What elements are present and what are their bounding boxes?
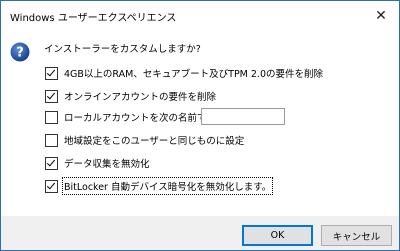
checkbox[interactable]	[45, 156, 58, 170]
option-label: データ収集を無効化	[64, 159, 150, 170]
dialog-window: Windows ユーザーエクスペリエンス ✕ ? インストーラーをカスタムします…	[0, 0, 400, 251]
option-remove-online-account[interactable]: オンラインアカウントの要件を削除	[45, 88, 216, 104]
option-disable-data-collection[interactable]: データ収集を無効化	[45, 155, 150, 171]
option-remove-hw-requirements[interactable]: 4GB以上のRAM、セキュアブート及びTPM 2.0の要件を削除	[45, 65, 323, 81]
checkbox[interactable]	[45, 133, 58, 147]
option-label: 地域設定をこのユーザーと同じものに設定	[64, 136, 245, 147]
title-bar: Windows ユーザーエクスペリエンス ✕	[1, 1, 399, 30]
option-label: BitLocker 自動デバイス暗号化を無効化します。	[61, 177, 274, 195]
cancel-button[interactable]: キャンセル	[321, 225, 392, 246]
option-label: オンラインアカウントの要件を削除	[64, 92, 217, 103]
ok-button[interactable]: OK	[242, 225, 313, 246]
checkbox[interactable]	[45, 66, 58, 80]
svg-text:?: ?	[16, 46, 24, 61]
checkbox[interactable]	[45, 89, 58, 103]
question-mark-icon: ?	[10, 42, 30, 62]
close-icon[interactable]: ✕	[363, 1, 399, 30]
option-label: 4GB以上のRAM、セキュアブート及びTPM 2.0の要件を削除	[64, 69, 324, 80]
prompt-text: インストーラーをカスタムしますか?	[44, 44, 201, 55]
account-name-input[interactable]	[201, 108, 285, 125]
window-title: Windows ユーザーエクスペリエンス	[10, 13, 177, 24]
option-region-settings[interactable]: 地域設定をこのユーザーと同じものに設定	[45, 132, 244, 148]
option-disable-bitlocker[interactable]: BitLocker 自動デバイス暗号化を無効化します。	[45, 177, 274, 195]
checkbox[interactable]	[45, 179, 58, 193]
checkbox[interactable]	[45, 110, 58, 124]
